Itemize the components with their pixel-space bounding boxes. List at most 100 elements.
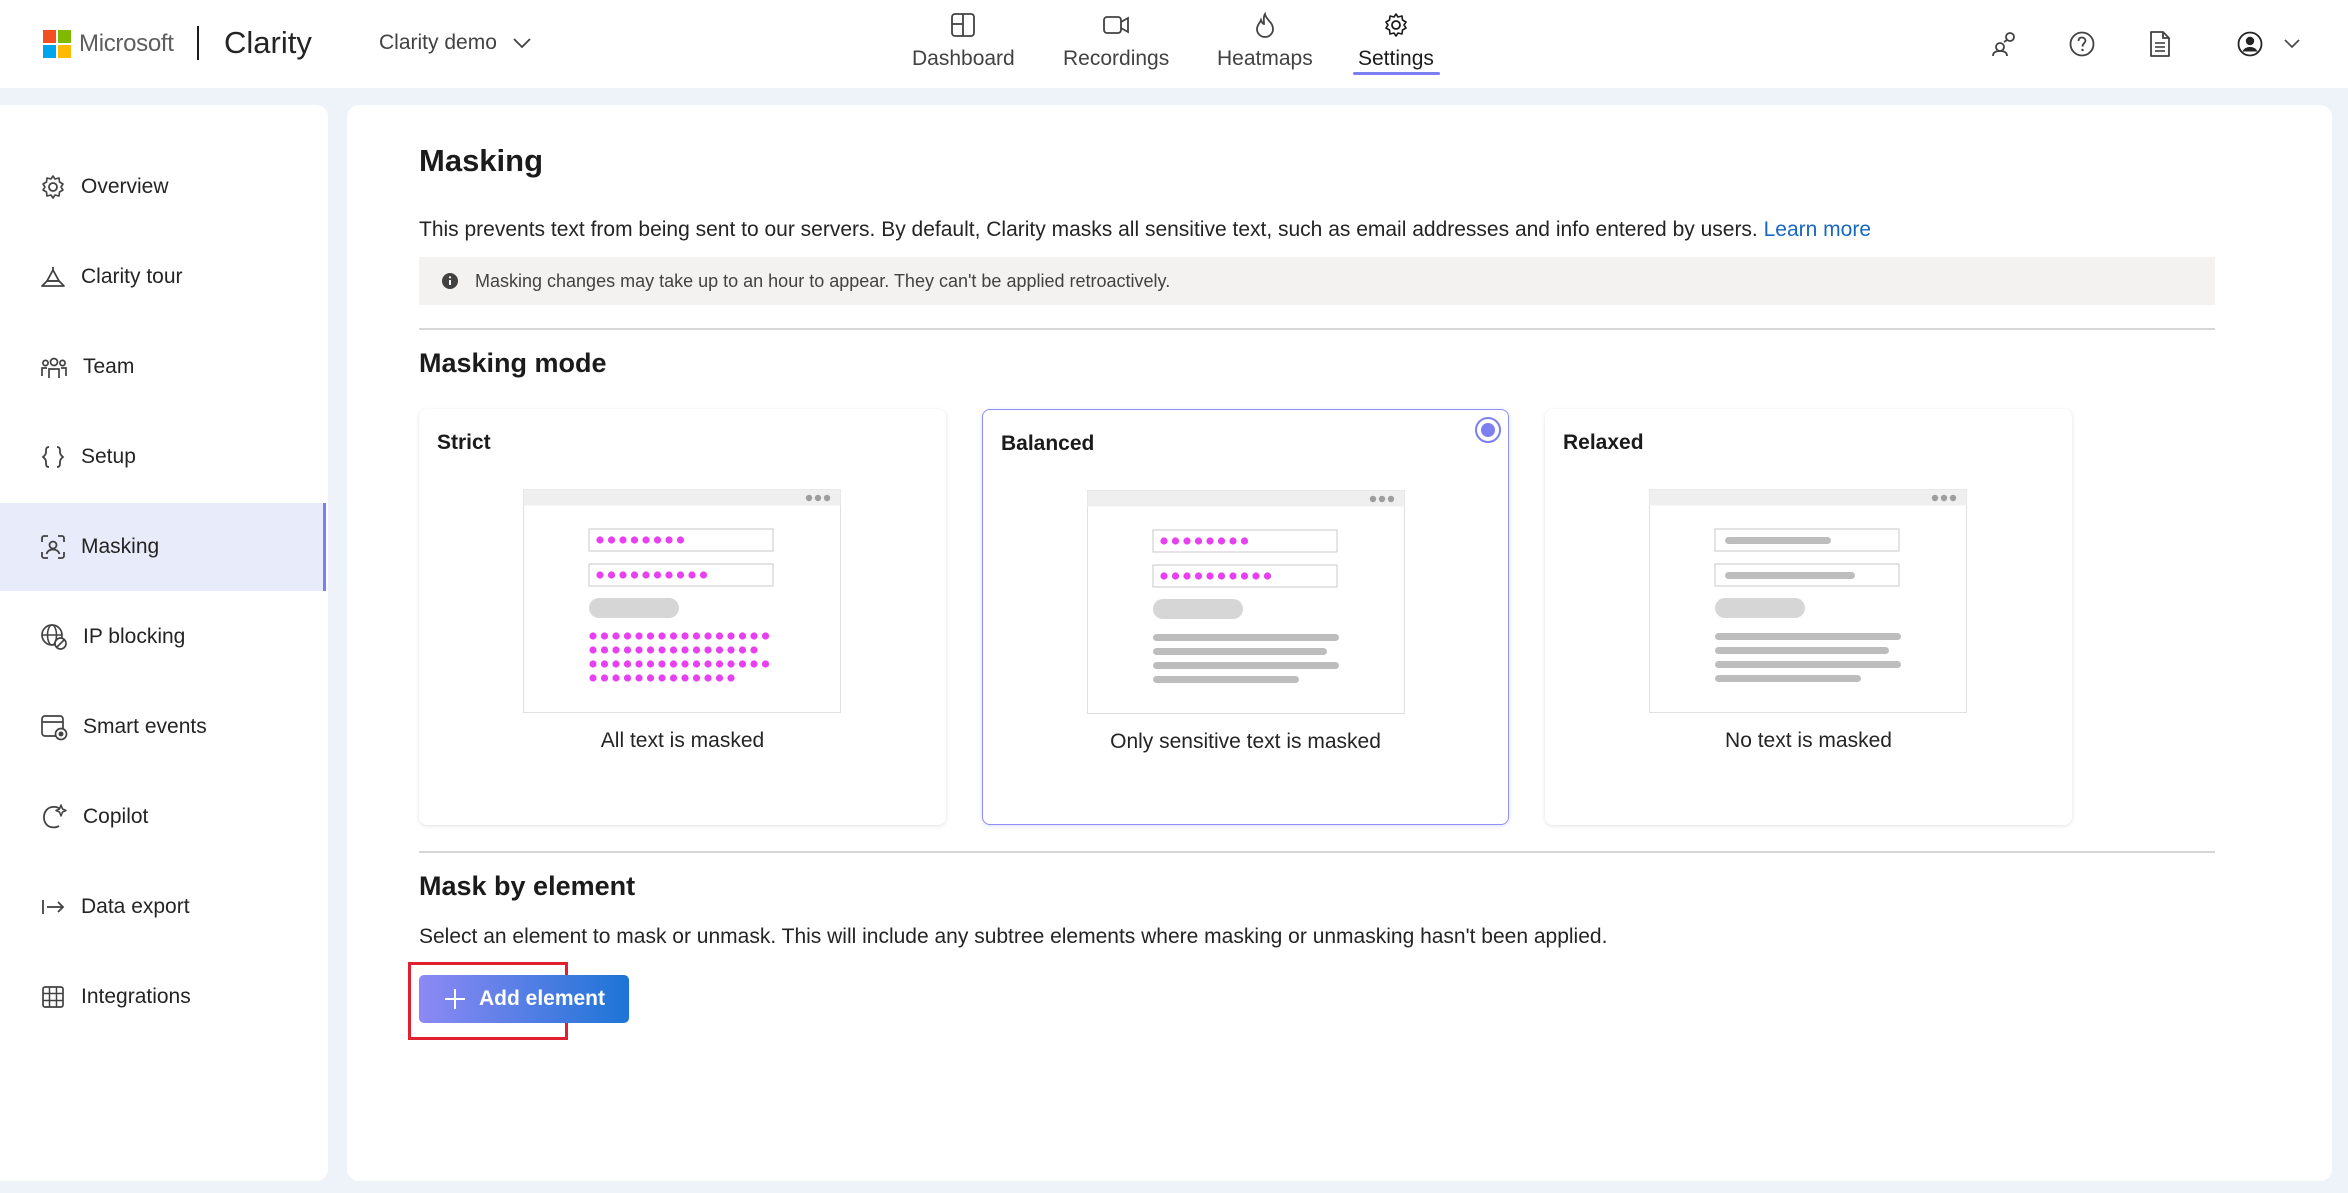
mode-card-balanced[interactable]: Balanced Only sensitive text is masked: [982, 409, 1509, 825]
nav-active-indicator: [1353, 72, 1440, 75]
mode-selected-radio[interactable]: [1475, 417, 1501, 443]
mask-dot: [704, 632, 712, 640]
sidebar-item-smart-events[interactable]: Smart events: [0, 683, 326, 771]
mask-dot: [612, 660, 620, 668]
mask-dot: [653, 571, 662, 579]
mask-dot: [681, 660, 689, 668]
sidebar-item-ip-blocking[interactable]: IP blocking: [0, 593, 326, 681]
microsoft-logo[interactable]: Microsoft: [43, 30, 174, 58]
mask-dot: [715, 646, 724, 654]
mask-dot: [658, 646, 666, 654]
mask-dot: [727, 632, 735, 640]
mask-dot: [589, 646, 597, 654]
mask-dot: [692, 646, 701, 654]
documentation-button[interactable]: [2144, 28, 2176, 60]
app-name[interactable]: Clarity: [224, 25, 312, 61]
relaxed-preview-illustration: [1649, 489, 1967, 713]
mask-dot: [607, 571, 616, 579]
globe-block-icon: [41, 624, 67, 650]
nav-settings[interactable]: Settings: [1358, 12, 1434, 71]
nav-dashboard[interactable]: Dashboard: [912, 12, 1015, 71]
mask-dot: [692, 632, 701, 640]
user-avatar-icon: [2237, 31, 2263, 57]
hat-icon: [41, 267, 65, 287]
mask-icon: [41, 535, 65, 559]
mask-dot: [596, 536, 604, 544]
sidebar-item-integrations[interactable]: Integrations: [0, 953, 326, 1041]
mask-dot: [589, 660, 597, 668]
settings-sidebar: Overview Clarity tour Team Setup Masking…: [0, 105, 328, 1181]
strict-preview-illustration: [523, 489, 841, 713]
masking-description-text: This prevents text from being sent to ou…: [419, 218, 1758, 241]
mask-dot: [665, 571, 673, 579]
add-element-button[interactable]: Add element: [419, 975, 629, 1023]
mask-dot: [1206, 572, 1214, 580]
nav-heatmaps-label: Heatmaps: [1217, 47, 1313, 70]
account-menu[interactable]: [2236, 28, 2300, 60]
sidebar-item-data-export[interactable]: Data export: [0, 863, 326, 951]
mask-dot: [600, 646, 609, 654]
nav-recordings[interactable]: Recordings: [1063, 12, 1169, 71]
mask-dot: [596, 571, 604, 579]
mask-dot: [646, 674, 655, 682]
mask-dot: [1229, 572, 1237, 580]
mask-dot: [658, 660, 666, 668]
sidebar-item-copilot[interactable]: Copilot: [0, 773, 326, 861]
help-button[interactable]: [2066, 28, 2098, 60]
sidebar-item-label: Overview: [81, 175, 169, 198]
mask-dot: [653, 536, 662, 544]
mode-card-strict[interactable]: Strict All text is masked: [419, 409, 946, 825]
mask-dot: [1240, 537, 1249, 545]
mask-dot: [692, 674, 701, 682]
top-bar: Microsoft Clarity Clarity demo Dashboard…: [0, 0, 2348, 88]
info-icon: [442, 273, 458, 289]
page-title: Masking: [419, 143, 544, 178]
mask-dot: [612, 646, 620, 654]
mask-dot: [738, 632, 747, 640]
nav-heatmaps[interactable]: Heatmaps: [1217, 12, 1313, 71]
braces-icon: [41, 446, 65, 468]
mask-dot: [642, 571, 650, 579]
sidebar-item-overview[interactable]: Overview: [0, 143, 326, 231]
chevron-down-icon: [2284, 39, 2300, 49]
sidebar-item-team[interactable]: Team: [0, 323, 326, 411]
mask-dot: [669, 674, 678, 682]
mask-dot: [681, 674, 689, 682]
mask-dot: [635, 646, 643, 654]
mask-dot: [589, 632, 597, 640]
mask-dot: [750, 646, 758, 654]
mask-dot: [738, 660, 747, 668]
sidebar-item-label: Masking: [81, 535, 160, 558]
mode-card-relaxed[interactable]: Relaxed No text is masked: [1545, 409, 2072, 825]
add-element-label: Add element: [478, 987, 606, 1010]
mask-dot: [669, 632, 678, 640]
sidebar-item-masking[interactable]: Masking: [0, 503, 326, 591]
sidebar-item-label: Data export: [81, 895, 190, 918]
mode-caption: No text is masked: [1725, 729, 1892, 752]
mask-dot: [623, 646, 632, 654]
mask-dot: [669, 646, 678, 654]
mask-dot: [630, 571, 639, 579]
mask-dot: [727, 660, 735, 668]
masking-notice: Masking changes may take up to an hour t…: [419, 257, 2215, 305]
section-divider: [419, 851, 2215, 853]
mask-dot: [676, 571, 685, 579]
people-connect-icon: [1992, 32, 2015, 57]
mask-dot: [1171, 537, 1180, 545]
learn-more-link[interactable]: Learn more: [1764, 218, 1871, 241]
mask-dot: [727, 674, 735, 682]
mask-dot: [600, 660, 609, 668]
mask-dot: [635, 674, 643, 682]
mask-dot: [1183, 572, 1191, 580]
sidebar-item-clarity-tour[interactable]: Clarity tour: [0, 233, 326, 321]
mask-dot: [1160, 572, 1168, 580]
mask-dot: [704, 660, 712, 668]
mode-name: Strict: [437, 431, 491, 454]
sidebar-item-label: Clarity tour: [81, 265, 183, 288]
sidebar-item-setup[interactable]: Setup: [0, 413, 326, 501]
mask-dot: [715, 632, 724, 640]
project-selector[interactable]: Clarity demo: [379, 31, 531, 55]
mask-dot: [699, 571, 708, 579]
microsoft-squares-icon: [43, 30, 71, 58]
share-users-button[interactable]: [1988, 28, 2020, 60]
